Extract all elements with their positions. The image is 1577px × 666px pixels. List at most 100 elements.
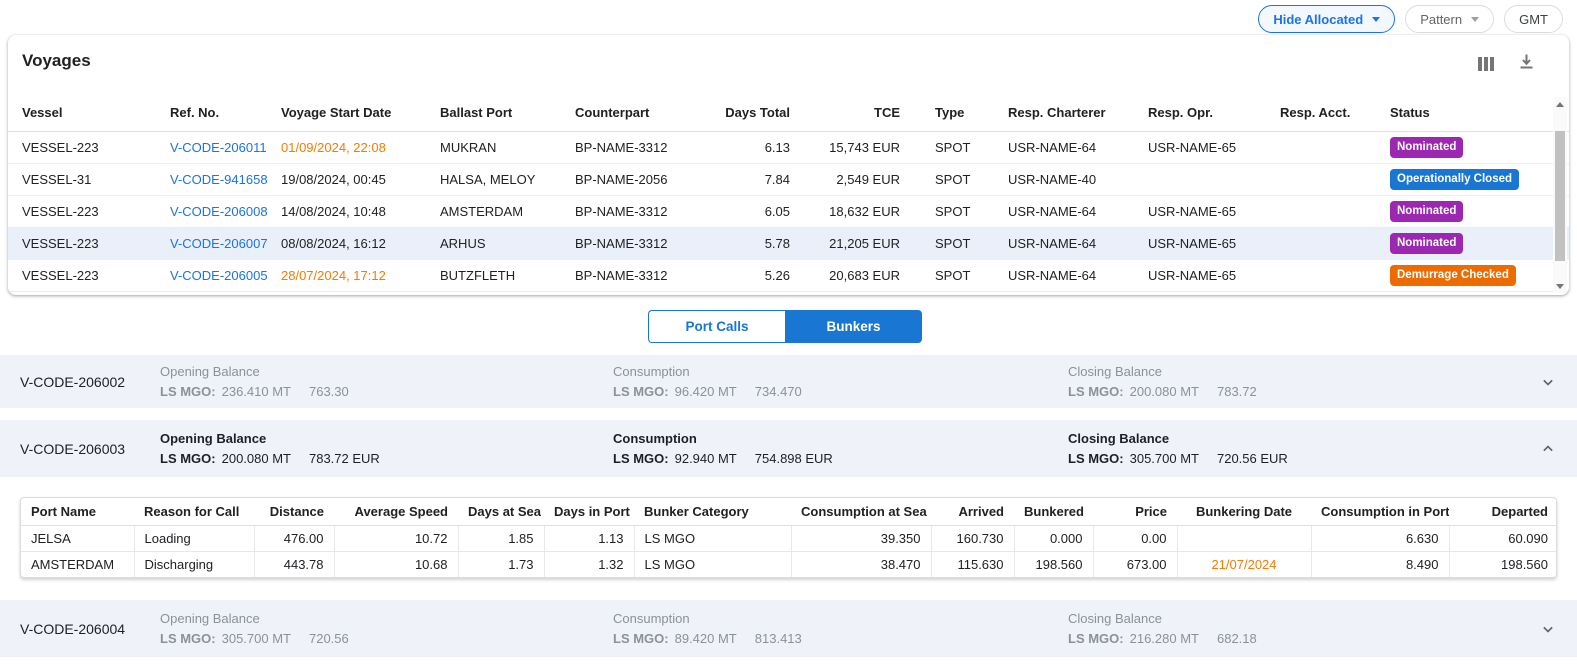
start-date-cell: 01/09/2024, 22:08 (281, 140, 440, 155)
fuel-type-label: LS MGO: (160, 451, 216, 466)
price-cell: 0.00 (1093, 525, 1177, 551)
arrived-cell: 160.730 (931, 525, 1014, 551)
column-header-vessel[interactable]: Vessel (22, 105, 170, 120)
bunker-section: V-CODE-206004 Opening Balance LS MGO:305… (0, 600, 1577, 657)
column-header-charterer[interactable]: Resp. Charterer (1008, 105, 1148, 120)
tab-bunkers[interactable]: Bunkers (785, 310, 922, 343)
port-name-cell: AMSTERDAM (21, 551, 134, 577)
chevron-down-icon[interactable] (1535, 372, 1561, 392)
chevron-down-icon[interactable] (1535, 619, 1561, 639)
vertical-scrollbar[interactable] (1553, 97, 1567, 293)
resp-charterer-cell: USR-NAME-64 (1008, 204, 1148, 219)
hide-allocated-label: Hide Allocated (1273, 12, 1363, 27)
tce-cell: 20,683 EUR (790, 268, 900, 283)
ref-no-link[interactable]: V-CODE-206008 (170, 204, 268, 219)
distance-cell: 443.78 (254, 551, 334, 577)
fuel-value: 783.72 EUR (309, 451, 380, 466)
column-header-status[interactable]: Status (1390, 105, 1549, 120)
table-row-selected[interactable]: VESSEL-223 V-CODE-206007 08/08/2024, 16:… (8, 228, 1569, 260)
column-header-counterpart[interactable]: Counterpart (575, 105, 710, 120)
opening-balance-block: Opening Balance LS MGO:236.410 MT763.30 (160, 364, 613, 399)
bunker-section-header[interactable]: V-CODE-206002 Opening Balance LS MGO:236… (0, 355, 1577, 408)
column-header-days-sea: Days at Sea (458, 498, 544, 525)
column-header-start[interactable]: Voyage Start Date (281, 105, 440, 120)
column-header-avg-speed: Average Speed (334, 498, 458, 525)
closing-balance-block: Closing Balance LS MGO:305.700 MT720.56 … (1068, 431, 1535, 466)
ref-no-link[interactable]: V-CODE-941658 (170, 172, 268, 187)
tab-port-calls[interactable]: Port Calls (648, 310, 785, 343)
fuel-type-label: LS MGO: (1068, 384, 1124, 399)
fuel-qty: 236.410 MT (222, 384, 291, 399)
ballast-port-cell: BUTZFLETH (440, 268, 575, 283)
fuel-type-label: LS MGO: (613, 384, 669, 399)
scroll-up-icon[interactable] (1553, 97, 1567, 111)
chevron-up-icon[interactable] (1535, 439, 1561, 459)
bunker-section-header[interactable]: V-CODE-206003 Opening Balance LS MGO:200… (0, 420, 1577, 477)
table-row[interactable]: VESSEL-223 V-CODE-206008 14/08/2024, 10:… (8, 196, 1569, 228)
table-row[interactable]: VESSEL-223 V-CODE-206011 01/09/2024, 22:… (8, 132, 1569, 164)
tce-cell: 15,743 EUR (790, 140, 900, 155)
type-cell: SPOT (900, 268, 1008, 283)
departed-cell: 60.090 (1449, 525, 1557, 551)
fuel-value: 754.898 EUR (755, 451, 833, 466)
counterpart-cell: BP-NAME-3312 (575, 236, 710, 251)
days-port-cell: 1.32 (544, 551, 634, 577)
ballast-port-cell: ARHUS (440, 236, 575, 251)
fuel-qty: 200.080 MT (222, 451, 291, 466)
download-icon[interactable] (1518, 53, 1535, 75)
consumption-sea-cell: 38.470 (791, 551, 931, 577)
closing-balance-label: Closing Balance (1068, 431, 1535, 446)
counterpart-cell: BP-NAME-3312 (575, 204, 710, 219)
fuel-value: 763.30 (309, 384, 349, 399)
bunker-section-header[interactable]: V-CODE-206004 Opening Balance LS MGO:305… (0, 600, 1577, 657)
column-header-departed: Departed (1449, 498, 1557, 525)
column-settings-icon[interactable] (1478, 57, 1494, 71)
table-row[interactable]: VESSEL-31 V-CODE-941658 19/08/2024, 00:4… (8, 164, 1569, 196)
column-header-tce[interactable]: TCE (790, 105, 900, 120)
pattern-button[interactable]: Pattern (1405, 5, 1494, 33)
column-header-type[interactable]: Type (900, 105, 1008, 120)
voyage-code: V-CODE-206004 (20, 621, 160, 637)
column-header-days[interactable]: Days Total (710, 105, 790, 120)
days-sea-cell: 1.85 (458, 525, 544, 551)
resp-opr-cell: USR-NAME-65 (1148, 140, 1280, 155)
fuel-type-label: LS MGO: (160, 631, 216, 646)
resp-opr-cell: USR-NAME-65 (1148, 268, 1280, 283)
type-cell: SPOT (900, 236, 1008, 251)
port-table-row: JELSA Loading 476.00 10.72 1.85 1.13 LS … (21, 525, 1557, 551)
table-row[interactable]: VESSEL-223 V-CODE-206005 28/07/2024, 17:… (8, 260, 1569, 292)
vessel-cell: VESSEL-223 (22, 204, 170, 219)
consumption-sea-cell: 39.350 (791, 525, 931, 551)
scroll-down-icon[interactable] (1553, 279, 1567, 293)
column-header-ref[interactable]: Ref. No. (170, 105, 281, 120)
fuel-value: 813.413 (755, 631, 802, 646)
start-date-cell: 14/08/2024, 10:48 (281, 204, 440, 219)
pattern-label: Pattern (1420, 12, 1462, 27)
days-total-cell: 5.78 (710, 236, 790, 251)
hide-allocated-button[interactable]: Hide Allocated (1258, 5, 1395, 33)
status-badge: Nominated (1390, 201, 1463, 221)
vessel-cell: VESSEL-223 (22, 140, 170, 155)
column-header-acct[interactable]: Resp. Acct. (1280, 105, 1390, 120)
consumption-label: Consumption (613, 364, 1068, 379)
days-sea-cell: 1.73 (458, 551, 544, 577)
consumption-label: Consumption (613, 611, 1068, 626)
ballast-port-cell: AMSTERDAM (440, 204, 575, 219)
column-header-opr[interactable]: Resp. Opr. (1148, 105, 1280, 120)
ref-no-link[interactable]: V-CODE-206005 (170, 268, 268, 283)
start-date-cell: 08/08/2024, 16:12 (281, 236, 440, 251)
scrollbar-thumb[interactable] (1555, 131, 1565, 261)
fuel-value: 720.56 EUR (1217, 451, 1288, 466)
start-date-cell: 19/08/2024, 00:45 (281, 172, 440, 187)
gmt-button[interactable]: GMT (1504, 5, 1563, 33)
column-header-ballast[interactable]: Ballast Port (440, 105, 575, 120)
tce-cell: 2,549 EUR (790, 172, 900, 187)
ref-no-link[interactable]: V-CODE-206007 (170, 236, 268, 251)
resp-charterer-cell: USR-NAME-64 (1008, 140, 1148, 155)
days-port-cell: 1.13 (544, 525, 634, 551)
tce-cell: 21,205 EUR (790, 236, 900, 251)
top-toolbar: Hide Allocated Pattern GMT (1258, 5, 1563, 33)
fuel-type-label: LS MGO: (1068, 631, 1124, 646)
ref-no-link[interactable]: V-CODE-206011 (170, 140, 267, 155)
fuel-value: 783.72 (1217, 384, 1257, 399)
